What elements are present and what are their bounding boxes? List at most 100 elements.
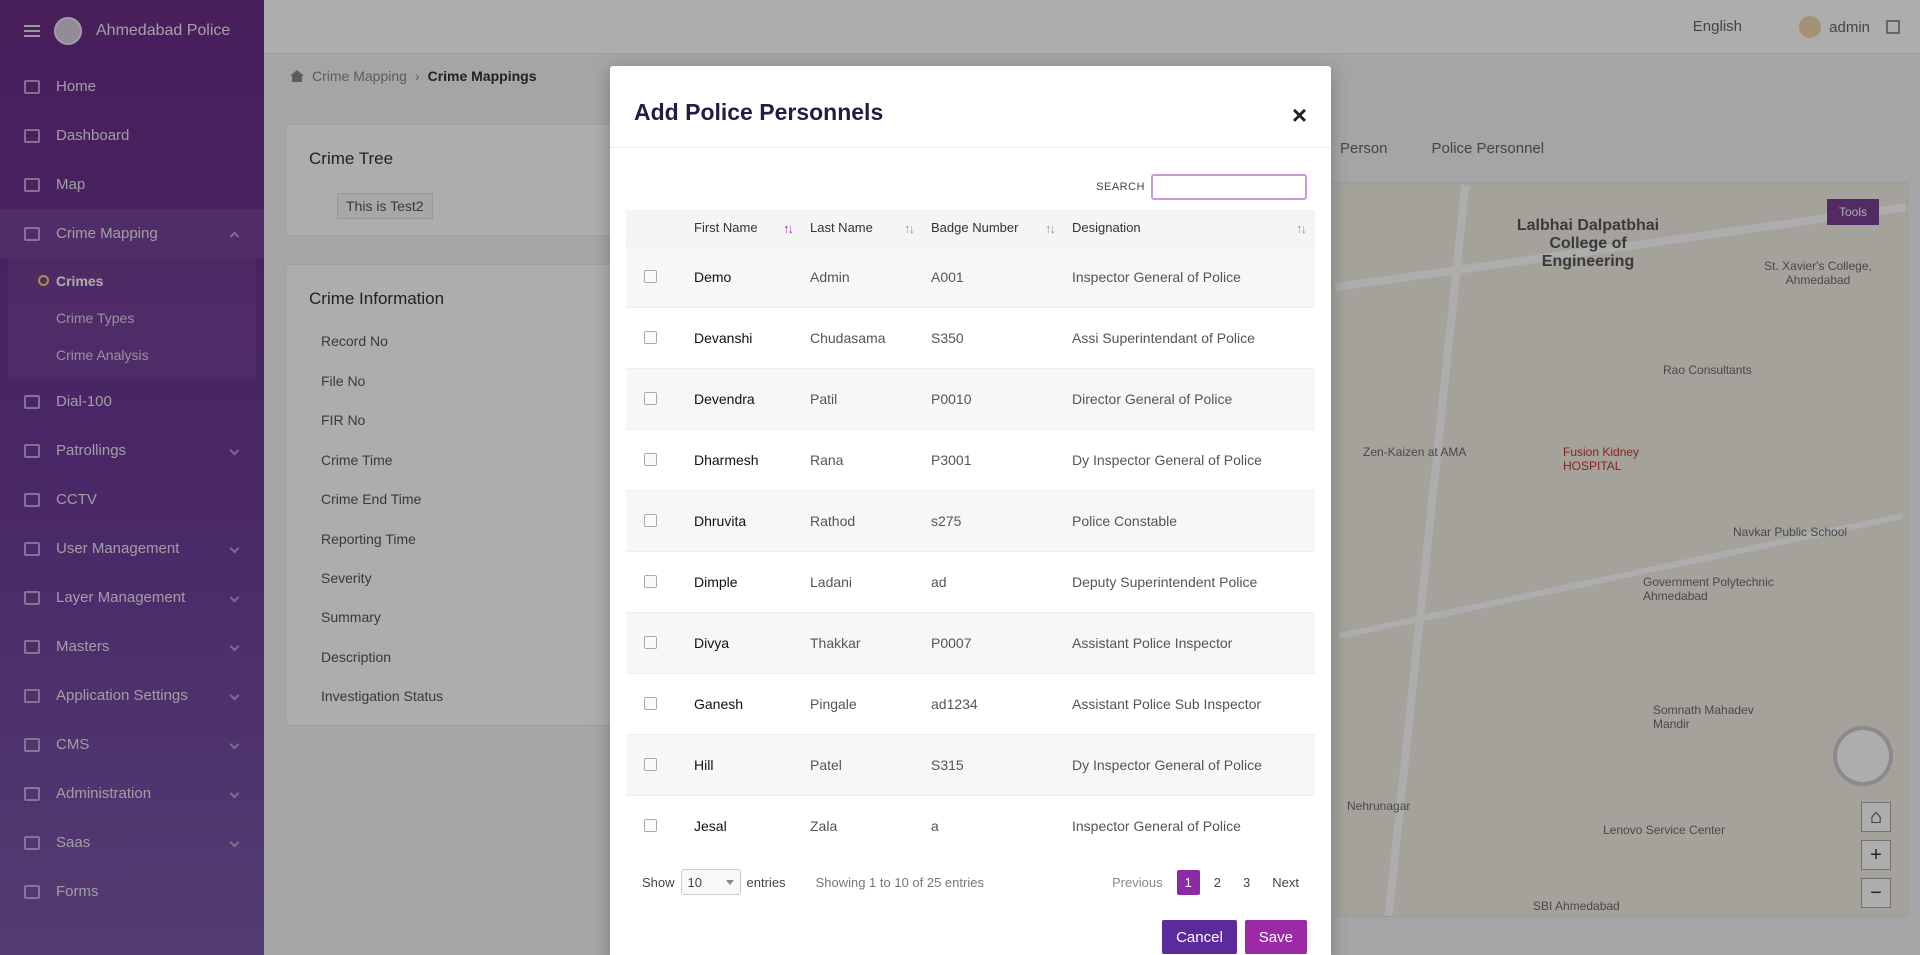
last-name-cell: Patel [802, 733, 923, 795]
badge-number-cell: A001 [923, 245, 1064, 307]
row-select-cell [626, 550, 686, 612]
designation-cell: Director General of Police [1064, 367, 1315, 429]
badge-number-cell: P0010 [923, 367, 1064, 429]
first-name-cell: Devanshi [686, 306, 802, 368]
last-name-cell: Pingale [802, 672, 923, 734]
row-select-cell [626, 428, 686, 490]
entries-per-page-select[interactable]: 10 [680, 869, 741, 895]
table-row[interactable]: Divya Thakkar P0007 Assistant Police Inspec… [626, 611, 1315, 673]
sort-asc-icon: ↑↓ [783, 221, 794, 236]
table-row[interactable]: Dhruvita Rathod s275 Police Constable [626, 489, 1315, 551]
pagination-previous[interactable]: Previous [1104, 870, 1171, 895]
row-select-cell [626, 306, 686, 368]
column-last-name[interactable]: Last Name ↑↓ [802, 210, 923, 246]
modal-actions: Cancel Save [1162, 920, 1307, 954]
row-checkbox[interactable] [644, 392, 657, 405]
pagination-page-3[interactable]: 3 [1235, 870, 1258, 895]
last-name-cell: Ladani [802, 550, 923, 612]
table-info: Showing 1 to 10 of 25 entries [815, 874, 984, 890]
first-name-cell: Divya [686, 611, 802, 673]
search-input[interactable] [1151, 174, 1307, 200]
first-name-cell: Hill [686, 733, 802, 795]
caret-down-icon [725, 879, 734, 885]
table-row[interactable]: Devanshi Chudasama S350 Assi Superintendant… [626, 306, 1315, 368]
designation-cell: Police Constable [1064, 489, 1315, 551]
search-label: SEARCH [1096, 181, 1145, 193]
row-checkbox[interactable] [644, 270, 657, 283]
designation-cell: Deputy Superintendent Police [1064, 550, 1315, 612]
last-name-cell: Chudasama [802, 306, 923, 368]
row-select-cell [626, 489, 686, 551]
row-checkbox[interactable] [644, 819, 657, 833]
first-name-cell: Jesal [686, 794, 802, 856]
last-name-cell: Thakkar [802, 611, 923, 673]
first-name-cell: Dhruvita [686, 489, 802, 551]
pagination: Previous 1 2 3 Next [1104, 869, 1307, 895]
row-select-cell [626, 733, 686, 795]
personnel-table: First Name ↑↓ Last Name ↑↓ Badge Number ↑↓ … [626, 210, 1315, 856]
first-name-cell: Dimple [686, 550, 802, 612]
column-designation[interactable]: Designation ↑↓ [1064, 210, 1315, 246]
designation-cell: Inspector General of Police [1064, 794, 1315, 856]
table-footer: Show 10 entries Showing 1 to 10 of 25 en… [642, 869, 1307, 895]
sort-icon: ↑↓ [1045, 221, 1056, 236]
last-name-cell: Rana [802, 428, 923, 490]
row-select-cell [626, 611, 686, 673]
designation-cell: Dy Inspector General of Police [1064, 733, 1315, 795]
row-select-cell [626, 245, 686, 307]
row-select-cell [626, 367, 686, 429]
last-name-cell: Rathod [802, 489, 923, 551]
table-row[interactable]: Dharmesh Rana P3001 Dy Inspector General of… [626, 428, 1315, 490]
badge-number-cell: ad1234 [923, 672, 1064, 734]
badge-number-cell: P3001 [923, 428, 1064, 490]
select-column-header [626, 210, 686, 246]
row-checkbox[interactable] [644, 575, 657, 588]
pagination-page-1[interactable]: 1 [1176, 869, 1200, 895]
sort-icon: ↑↓ [1296, 221, 1307, 236]
table-header-row: First Name ↑↓ Last Name ↑↓ Badge Number ↑↓ … [626, 210, 1315, 246]
designation-cell: Assistant Police Inspector [1064, 611, 1315, 673]
pagination-next[interactable]: Next [1264, 870, 1307, 895]
modal-title: Add Police Personnels [634, 99, 884, 125]
first-name-cell: Dharmesh [686, 428, 802, 490]
designation-cell: Assi Superintendant of Police [1064, 306, 1315, 368]
table-row[interactable]: Hill Patel S315 Dy Inspector General of Pol… [626, 733, 1315, 795]
designation-cell: Assistant Police Sub Inspector [1064, 672, 1315, 734]
table-row[interactable]: Devendra Patil P0010 Director General of Po… [626, 367, 1315, 429]
table-row[interactable]: Jesal Zala a Inspector General of Police [626, 794, 1315, 856]
pagination-page-2[interactable]: 2 [1206, 870, 1229, 895]
designation-cell: Dy Inspector General of Police [1064, 428, 1315, 490]
first-name-cell: Ganesh [686, 672, 802, 734]
modal-header: Add Police Personnels × [610, 66, 1331, 148]
row-checkbox[interactable] [644, 697, 657, 710]
add-police-personnels-modal: Add Police Personnels × SEARCH First Nam… [610, 66, 1331, 955]
row-select-cell [626, 794, 686, 856]
last-name-cell: Patil [802, 367, 923, 429]
first-name-cell: Devendra [686, 367, 802, 429]
badge-number-cell: S350 [923, 306, 1064, 368]
row-select-cell [626, 672, 686, 734]
column-badge-number[interactable]: Badge Number ↑↓ [923, 210, 1064, 246]
designation-cell: Inspector General of Police [1064, 245, 1315, 307]
row-checkbox[interactable] [644, 453, 657, 466]
badge-number-cell: s275 [923, 489, 1064, 551]
table-row[interactable]: Dimple Ladani ad Deputy Superintendent Poli… [626, 550, 1315, 612]
row-checkbox[interactable] [644, 758, 657, 771]
save-button[interactable]: Save [1244, 920, 1307, 954]
table-row[interactable]: Demo Admin A001 Inspector General of Police [626, 245, 1315, 307]
row-checkbox[interactable] [644, 514, 657, 527]
badge-number-cell: P0007 [923, 611, 1064, 673]
close-icon[interactable]: × [1292, 102, 1307, 128]
badge-number-cell: ad [923, 550, 1064, 612]
row-checkbox[interactable] [644, 331, 657, 344]
column-first-name[interactable]: First Name ↑↓ [686, 210, 802, 246]
length-label-pre: Show [642, 874, 675, 890]
cancel-button[interactable]: Cancel [1162, 920, 1237, 954]
badge-number-cell: a [923, 794, 1064, 856]
table-row[interactable]: Ganesh Pingale ad1234 Assistant Police Sub … [626, 672, 1315, 734]
sort-icon: ↑↓ [904, 221, 915, 236]
length-label-post: entries [746, 874, 786, 890]
row-checkbox[interactable] [644, 636, 657, 649]
badge-number-cell: S315 [923, 733, 1064, 795]
last-name-cell: Zala [802, 794, 923, 856]
